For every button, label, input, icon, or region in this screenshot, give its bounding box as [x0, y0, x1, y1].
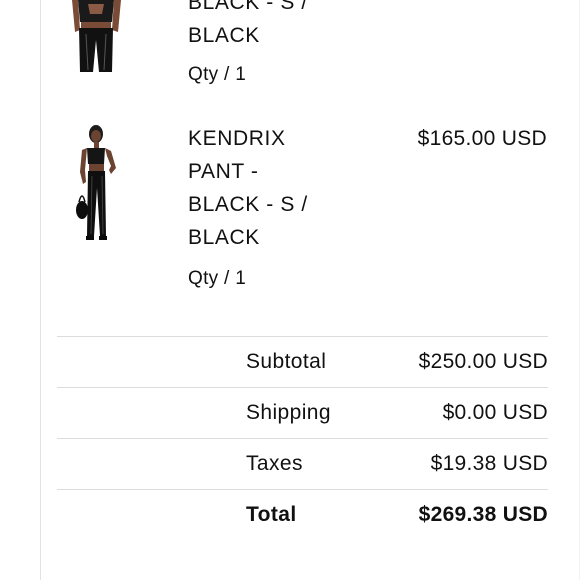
subtotal-label: Subtotal	[246, 350, 327, 373]
item-title-line: BLACK - S /	[188, 0, 308, 14]
item-title-line: BLACK	[188, 24, 260, 47]
taxes-value: $19.38 USD	[430, 452, 548, 475]
item-quantity: Qty / 1	[188, 268, 247, 289]
subtotal-value: $250.00 USD	[418, 350, 548, 373]
item-title-line: KENDRIX	[188, 127, 286, 150]
product-thumbnail[interactable]	[66, 0, 122, 74]
item-price: $165.00 USD	[417, 127, 547, 150]
taxes-row: Taxes $19.38 USD	[57, 438, 548, 489]
product-thumbnail[interactable]	[74, 124, 130, 246]
total-label: Total	[246, 503, 297, 526]
item-title-line: BLACK - S /	[188, 193, 308, 216]
left-divider	[40, 0, 41, 580]
item-quantity: Qty / 1	[188, 64, 247, 85]
product-photo-kendrix-pant	[76, 125, 116, 240]
item-title-line: BLACK	[188, 226, 260, 249]
total-value: $269.38 USD	[418, 503, 548, 526]
shipping-row: Shipping $0.00 USD	[57, 387, 548, 438]
shipping-value: $0.00 USD	[442, 401, 548, 424]
item-title: KENDRIX PANT - BLACK - S / BLACK	[188, 122, 338, 254]
item-title-line: PANT -	[188, 160, 259, 183]
product-photo-top-and-pant	[72, 0, 121, 72]
item-title: BLACK - S / BLACK	[188, 0, 338, 52]
total-row: Total $269.38 USD	[57, 489, 548, 540]
order-totals: Subtotal $250.00 USD Shipping $0.00 USD …	[57, 336, 548, 540]
subtotal-row: Subtotal $250.00 USD	[57, 336, 548, 387]
shipping-label: Shipping	[246, 401, 331, 424]
order-summary-page: BLACK - S / BLACK Qty / 1 KENDRIX PANT -…	[0, 0, 580, 580]
taxes-label: Taxes	[246, 452, 303, 475]
